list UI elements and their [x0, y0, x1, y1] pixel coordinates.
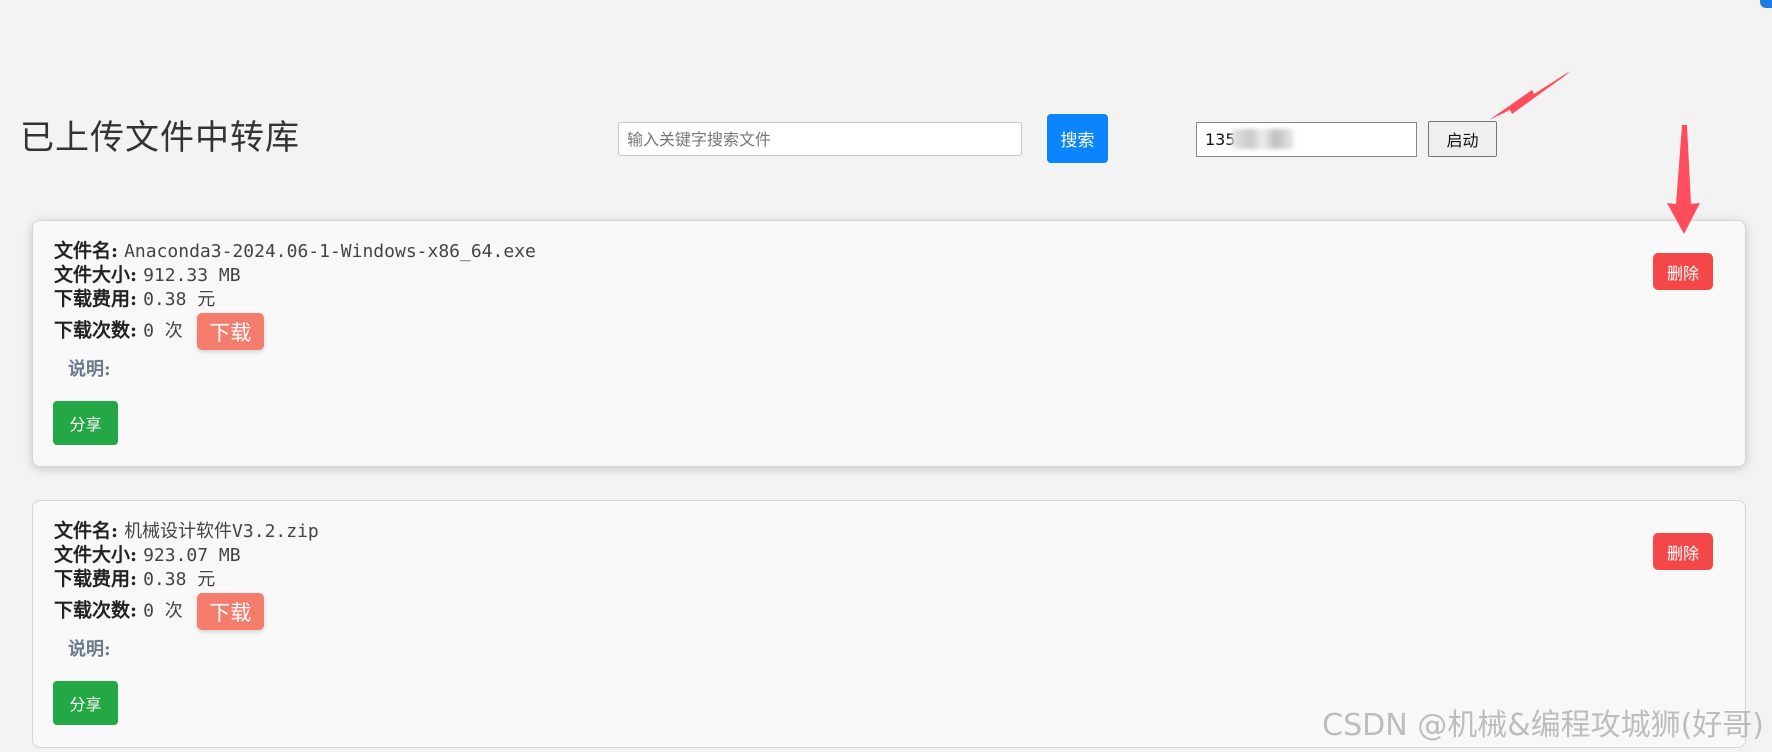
- file-size-label: 文件大小:: [54, 544, 138, 566]
- share-button[interactable]: 分享: [53, 681, 118, 725]
- file-name-row: 文件名: 机械设计软件V3.2.zip: [54, 519, 319, 544]
- file-size-value: 923.07 MB: [143, 545, 241, 566]
- delete-button[interactable]: 删除: [1653, 253, 1713, 290]
- download-fee-value: 0.38 元: [143, 569, 216, 590]
- description-label: 说明:: [68, 359, 111, 380]
- search-input[interactable]: [618, 122, 1022, 156]
- file-size-row: 文件大小: 923.07 MB: [54, 543, 241, 568]
- download-fee-value: 0.38 元: [143, 289, 216, 310]
- annotation-arrow-to-delete: [1667, 125, 1700, 234]
- download-count-value: 0 次: [143, 320, 183, 342]
- share-button[interactable]: 分享: [53, 401, 118, 445]
- phone-input[interactable]: [1196, 122, 1417, 157]
- search-button[interactable]: 搜索: [1047, 114, 1108, 163]
- watermark-text: CSDN @机械&编程攻城狮(好哥): [1322, 708, 1764, 743]
- corner-accent: [1760, 0, 1772, 8]
- file-name-label: 文件名:: [54, 240, 119, 262]
- file-size-value: 912.33 MB: [143, 265, 241, 286]
- download-count-row: 下载次数: 0 次 下载: [54, 313, 264, 350]
- download-fee-row: 下载费用: 0.38 元: [54, 287, 215, 312]
- download-fee-label: 下载费用:: [54, 288, 138, 310]
- download-count-label: 下载次数:: [54, 319, 138, 342]
- download-fee-label: 下载费用:: [54, 568, 138, 590]
- file-card: 文件名: Anaconda3-2024.06-1-Windows-x86_64.…: [32, 220, 1746, 467]
- download-count-label: 下载次数:: [54, 599, 138, 622]
- download-button[interactable]: 下载: [196, 313, 264, 350]
- annotation-arrow-to-start: [1489, 71, 1570, 120]
- download-count-row: 下载次数: 0 次 下载: [54, 593, 264, 630]
- page-title: 已上传文件中转库: [20, 118, 300, 158]
- download-button[interactable]: 下载: [196, 593, 264, 630]
- file-name-value: Anaconda3-2024.06-1-Windows-x86_64.exe: [124, 241, 536, 262]
- file-name-row: 文件名: Anaconda3-2024.06-1-Windows-x86_64.…: [54, 239, 536, 264]
- description-row: 说明:: [68, 355, 111, 381]
- start-button[interactable]: 启动: [1428, 121, 1497, 157]
- delete-button[interactable]: 删除: [1653, 533, 1713, 570]
- file-name-value: 机械设计软件V3.2.zip: [124, 521, 319, 542]
- description-label: 说明:: [68, 639, 111, 660]
- download-count-value: 0 次: [143, 600, 183, 622]
- file-size-label: 文件大小:: [54, 264, 138, 286]
- download-fee-row: 下载费用: 0.38 元: [54, 567, 215, 592]
- file-size-row: 文件大小: 912.33 MB: [54, 263, 241, 288]
- description-row: 说明:: [68, 635, 111, 661]
- file-name-label: 文件名:: [54, 520, 119, 542]
